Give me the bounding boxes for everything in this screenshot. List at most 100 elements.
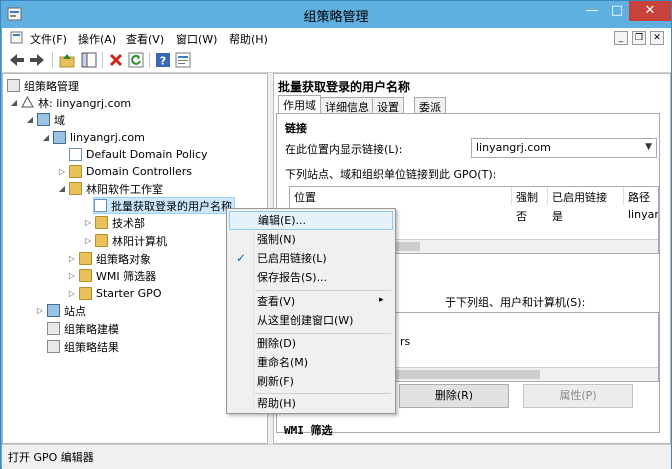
expand-arrow-icon[interactable]: ▷	[35, 306, 45, 315]
properties-button[interactable]: 属性(P)	[523, 384, 633, 408]
modeling-icon	[47, 322, 60, 335]
domains-icon	[37, 113, 50, 126]
tab-details[interactable]: 详细信息	[320, 97, 374, 114]
tree-item-modeling[interactable]: 组策略建模	[47, 320, 119, 337]
menu-window[interactable]: 窗口(W)	[176, 31, 217, 47]
ou-folder-icon	[95, 234, 108, 247]
document-menu-icon[interactable]	[10, 31, 24, 45]
tree-item-tech[interactable]: ▷ 技术部	[83, 214, 145, 231]
menu-item-save-report[interactable]: 保存报告(S)...	[229, 268, 393, 287]
tab-scope[interactable]: 作用域	[278, 95, 321, 114]
tree-item-label: 组策略对象	[96, 252, 151, 266]
location-combo[interactable]: linyangrj.com ▼	[471, 138, 657, 158]
ou-folder-icon	[69, 165, 82, 178]
ou-folder-icon	[95, 216, 108, 229]
combo-value: linyangrj.com	[476, 141, 551, 154]
menu-item-edit[interactable]: 编辑(E)...	[229, 211, 393, 230]
close-icon: ✕	[644, 3, 656, 18]
links-heading: 链接	[285, 122, 307, 135]
column-header-enabled[interactable]: 已启用链接	[548, 187, 624, 205]
menu-item-delete[interactable]: 删除(D)	[229, 334, 393, 353]
show-hide-tree-icon[interactable]	[80, 51, 98, 69]
menu-separator	[255, 290, 391, 291]
remove-button[interactable]: 删除(R)	[399, 384, 509, 408]
tree-item-label: Default Domain Policy	[86, 148, 208, 161]
tree-item-results[interactable]: 组策略结果	[47, 338, 119, 355]
tree-item-computers[interactable]: ▷ 林阳计算机	[83, 232, 167, 249]
menu-item-help[interactable]: 帮助(H)	[229, 394, 393, 413]
expand-arrow-icon[interactable]: ▷	[67, 289, 77, 298]
tree-item-label: 组策略管理	[24, 79, 79, 93]
expand-arrow-icon[interactable]: ▷	[67, 271, 77, 280]
status-bar: 打开 GPO 编辑器	[2, 444, 671, 469]
menu-bar: 文件(F) 操作(A) 查看(V) 窗口(W) 帮助(H) _ ❐ ✕	[2, 28, 671, 48]
expand-arrow-icon[interactable]: ▷	[83, 236, 93, 245]
column-header-enforced[interactable]: 强制	[512, 187, 548, 205]
svg-text:?: ?	[160, 55, 166, 68]
tree-item-domain-controllers[interactable]: ▷ Domain Controllers	[57, 163, 192, 180]
checkmark-icon: ✓	[236, 251, 247, 265]
row-path-value: linyan	[628, 208, 659, 221]
expand-arrow-icon[interactable]: ▷	[67, 254, 77, 263]
column-header-path[interactable]: 路径	[624, 187, 658, 205]
gpo-link-icon	[94, 199, 107, 212]
menu-item-refresh[interactable]: 刷新(F)	[229, 372, 393, 391]
gpmc-root-icon	[7, 79, 20, 92]
folder-icon	[79, 252, 92, 265]
menu-item-new-window[interactable]: 从这里创建窗口(W)	[229, 311, 393, 330]
up-folder-icon[interactable]	[58, 51, 76, 69]
menu-item-enforce[interactable]: 强制(N)	[229, 230, 393, 249]
menu-view[interactable]: 查看(V)	[126, 31, 164, 47]
main-window: 组策略管理 — □ ✕ 文件(F) 操作(A) 查看(V) 窗口(W) 帮助(H…	[0, 0, 672, 469]
delete-icon[interactable]	[107, 51, 125, 69]
forest-icon	[21, 95, 34, 109]
mdi-restore-button[interactable]: ❐	[632, 31, 646, 45]
mdi-close-button[interactable]: ✕	[650, 31, 664, 45]
menu-item-rename[interactable]: 重命名(M)	[229, 353, 393, 372]
collapse-arrow-icon[interactable]: ◢	[25, 115, 35, 124]
tree-item-starter[interactable]: ▷ Starter GPO	[67, 285, 161, 302]
tree-item-default-policy[interactable]: Default Domain Policy	[69, 146, 208, 163]
window-title: 组策略管理	[303, 10, 369, 25]
menu-help[interactable]: 帮助(H)	[229, 31, 268, 47]
column-header-location[interactable]: 位置	[290, 187, 512, 205]
tree-item-ou-studio[interactable]: ◢ 林阳软件工作室	[57, 180, 163, 197]
collapse-arrow-icon[interactable]: ◢	[9, 98, 19, 107]
scrollbar-thumb[interactable]	[390, 370, 540, 379]
forward-arrow-icon[interactable]	[28, 51, 46, 69]
expand-arrow-icon[interactable]: ▷	[83, 218, 93, 227]
tab-settings[interactable]: 设置	[372, 97, 404, 114]
tree-item-domains[interactable]: ◢ 域	[25, 111, 65, 128]
tree-item-root[interactable]: 组策略管理	[7, 77, 79, 94]
security-filter-label: 于下列组、用户和计算机(S):	[445, 296, 586, 309]
tree-item-wmi[interactable]: ▷ WMI 筛选器	[67, 267, 156, 284]
minimize-button[interactable]: —	[579, 1, 605, 21]
menu-action[interactable]: 操作(A)	[78, 31, 116, 47]
tree-item-label: Starter GPO	[96, 287, 162, 300]
tree-item-label: 林阳软件工作室	[86, 182, 163, 196]
tree-item-sites[interactable]: ▷ 站点	[35, 302, 86, 319]
linked-label: 下列站点、域和组织单位链接到此 GPO(T):	[285, 168, 497, 181]
tree-item-domain[interactable]: ◢ linyangrj.com	[41, 129, 145, 146]
menu-file[interactable]: 文件(F)	[30, 31, 67, 47]
maximize-button[interactable]: □	[605, 1, 629, 21]
title-bar[interactable]: 组策略管理 — □ ✕	[1, 1, 671, 28]
collapse-arrow-icon[interactable]: ◢	[57, 184, 67, 193]
mdi-minimize-button[interactable]: _	[614, 31, 628, 45]
back-arrow-icon[interactable]	[8, 51, 26, 69]
help-icon[interactable]: ?	[154, 51, 172, 69]
close-button[interactable]: ✕	[629, 1, 671, 21]
menu-item-view[interactable]: 查看(V)	[229, 292, 393, 311]
menu-item-link-enabled[interactable]: 已启用链接(L)	[229, 249, 393, 268]
tree-item-gpo-link-selected[interactable]: 批量获取登录的用户名称	[93, 197, 235, 214]
tree-item-gpo-objects[interactable]: ▷ 组策略对象	[67, 250, 151, 267]
refresh-icon[interactable]	[127, 51, 145, 69]
tree-item-forest[interactable]: ◢ 林: linyangrj.com	[9, 94, 131, 111]
folder-icon	[79, 287, 92, 300]
expand-arrow-icon[interactable]: ▷	[57, 167, 67, 176]
tree-item-label: 技术部	[112, 216, 145, 230]
tab-delegation[interactable]: 委派	[414, 97, 446, 114]
tree-item-label: 批量获取登录的用户名称	[111, 199, 232, 213]
collapse-arrow-icon[interactable]: ◢	[41, 133, 51, 142]
properties-icon[interactable]	[174, 51, 192, 69]
